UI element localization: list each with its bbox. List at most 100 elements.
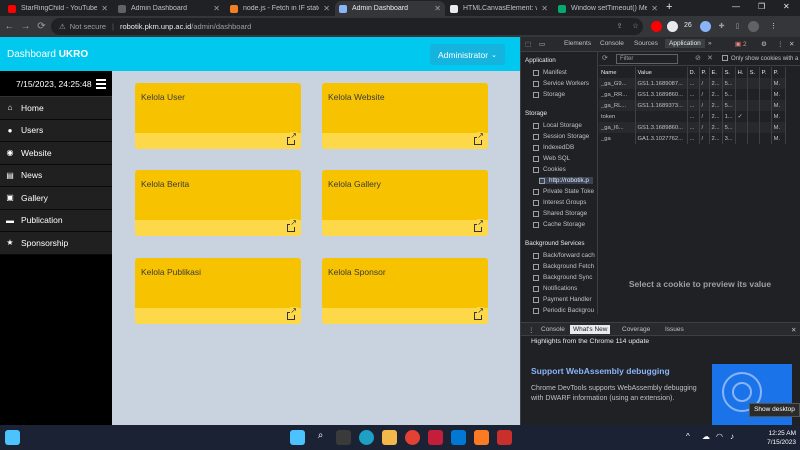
refresh-icon[interactable]: ⟳ <box>602 54 608 62</box>
external-link-icon[interactable] <box>287 219 297 232</box>
close-icon[interactable]: ✕ <box>789 40 794 48</box>
sidebar-item-gallery[interactable]: ▣ Gallery <box>0 187 112 210</box>
sidebar-item-publication[interactable]: ▬ Publication <box>0 209 112 232</box>
card-kelola-website[interactable]: Kelola Website <box>322 83 488 149</box>
tab-console[interactable]: Console <box>600 40 624 47</box>
item-shared-storage[interactable]: Shared Storage <box>533 210 587 217</box>
external-link-icon[interactable] <box>287 132 297 145</box>
item-indexeddb[interactable]: IndexedDB <box>533 144 574 151</box>
sidebar-item-sponsorship[interactable]: ★ Sponsorship <box>0 232 112 255</box>
sidebar-item-home[interactable]: ⌂ Home <box>0 97 112 120</box>
item-background-fetch[interactable]: Background Fetch <box>533 263 594 270</box>
external-link-icon[interactable] <box>474 132 484 145</box>
avatar[interactable] <box>748 21 759 32</box>
card-kelola-berita[interactable]: Kelola Berita <box>135 170 301 236</box>
drawer-tab-issues[interactable]: Issues <box>665 326 684 333</box>
item-payment-handler[interactable]: Payment Handler <box>533 296 592 303</box>
chevron-up-icon[interactable]: ^ <box>686 432 690 441</box>
kebab-menu-icon[interactable]: ⋮ <box>777 40 784 48</box>
drawer-tab-console[interactable]: Console <box>541 326 565 333</box>
chrome-icon[interactable] <box>405 430 420 445</box>
extension-icon[interactable] <box>700 21 711 32</box>
widgets-icon[interactable] <box>5 430 20 445</box>
tab-application[interactable]: Application <box>665 39 705 48</box>
address-bar[interactable]: ⚠ Not secure | robotik.pkm.unp.ac.id /ad… <box>51 18 643 35</box>
tab-sources[interactable]: Sources <box>634 40 658 47</box>
item-cookie-origin[interactable]: http://robotik.p <box>539 177 593 184</box>
sidebar-item-users[interactable]: ● Users <box>0 119 112 142</box>
card-kelola-sponsor[interactable]: Kelola Sponsor <box>322 258 488 324</box>
file-explorer-icon[interactable] <box>382 430 397 445</box>
item-private-state-tokens[interactable]: Private State Toke <box>533 188 594 195</box>
close-icon[interactable]: ✕ <box>791 326 796 334</box>
external-link-icon[interactable] <box>474 307 484 320</box>
browser-tab[interactable]: Window setTimeout() Meth ✕ <box>554 1 662 16</box>
item-session-storage[interactable]: Session Storage <box>533 133 589 140</box>
table-row[interactable]: _ga_RL... GS1.1.1689373....../2... 5... M. <box>599 100 786 111</box>
item-interest-groups[interactable]: Interest Groups <box>533 199 586 206</box>
drawer-menu-icon[interactable]: ⋮ <box>528 326 535 334</box>
table-row[interactable]: _ga_I6... GS1.3.1689860....../2... 5... M. <box>599 122 786 133</box>
only-show-issues-checkbox[interactable]: Only show cookies with a <box>722 55 798 62</box>
browser-tab[interactable]: StarRingChild - YouTube ✕ <box>4 1 112 16</box>
settings-gear-icon[interactable]: ⚙ <box>761 40 767 48</box>
minimize-button[interactable]: — <box>732 2 740 11</box>
delete-icon[interactable]: ✕ <box>707 54 713 62</box>
search-icon[interactable]: ⌕ <box>313 430 328 445</box>
table-row[interactable]: _ga_RR... GS1.3.1689860....../2... 5... M. <box>599 89 786 100</box>
tab-elements[interactable]: Elements <box>564 40 591 47</box>
edge-icon[interactable] <box>359 430 374 445</box>
brand[interactable]: Dashboard UKRO <box>7 49 88 60</box>
restore-button[interactable]: ❐ <box>758 2 765 11</box>
drawer-tab-coverage[interactable]: Coverage <box>622 326 650 333</box>
xampp-icon[interactable] <box>474 430 489 445</box>
item-manifest[interactable]: Manifest <box>533 69 567 76</box>
extension-icon[interactable] <box>667 21 678 32</box>
item-cookies[interactable]: Cookies <box>533 166 566 173</box>
back-button[interactable]: ← <box>3 20 16 33</box>
browser-tab-active[interactable]: Admin Dashboard ✕ <box>335 1 445 16</box>
item-storage[interactable]: Storage <box>533 91 565 98</box>
table-row[interactable]: _ga_G9... GS1.1.1689087....../2... 5... M. <box>599 78 786 89</box>
table-row[interactable]: _ga GA1.3.1027762....../2... 3... M. <box>599 133 786 144</box>
item-cache-storage[interactable]: Cache Storage <box>533 221 585 228</box>
bookmark-star-icon[interactable]: ☆ <box>630 21 641 32</box>
share-icon[interactable]: ⇪ <box>614 21 625 32</box>
sidebar-item-news[interactable]: ▤ News <box>0 164 112 187</box>
browser-tab[interactable]: HTMLCanvasElement: width ✕ <box>446 1 552 16</box>
extension-icon[interactable] <box>651 21 662 32</box>
item-notifications[interactable]: Notifications <box>533 285 577 292</box>
wifi-icon[interactable]: ◠ <box>716 432 723 441</box>
card-kelola-user[interactable]: Kelola User <box>135 83 301 149</box>
close-icon[interactable]: ✕ <box>101 4 108 13</box>
puzzle-icon[interactable]: ✚ <box>716 21 727 32</box>
filter-input[interactable]: Filter <box>616 54 678 64</box>
device-toolbar-icon[interactable]: ▭ <box>539 40 545 48</box>
hamburger-icon[interactable] <box>96 77 106 91</box>
browser-tab[interactable]: Admin Dashboard ✕ <box>114 1 224 16</box>
issues-badge[interactable]: ▣ 2 <box>735 40 747 48</box>
close-icon[interactable]: ✕ <box>651 4 658 13</box>
close-icon[interactable]: ✕ <box>541 4 548 13</box>
inspect-icon[interactable]: ⬚ <box>525 40 531 48</box>
task-view-icon[interactable] <box>336 430 351 445</box>
external-link-icon[interactable] <box>287 307 297 320</box>
cloud-icon[interactable]: ☁ <box>702 432 710 441</box>
item-background-sync[interactable]: Background Sync <box>533 274 592 281</box>
sidebar-item-website[interactable]: ◉ Website <box>0 142 112 165</box>
item-back-forward-cache[interactable]: Back/forward cach <box>533 252 595 259</box>
forward-button[interactable]: → <box>19 20 32 33</box>
drawer-tab-whats-new[interactable]: What's New <box>570 325 611 334</box>
start-icon[interactable] <box>290 430 305 445</box>
table-row[interactable]: token.../2... 1... ✓ M. <box>599 111 786 122</box>
more-tabs-icon[interactable]: » <box>708 40 712 47</box>
vscode-icon[interactable] <box>451 430 466 445</box>
new-tab-button[interactable]: + <box>666 1 672 13</box>
sidepanel-icon[interactable]: ▯ <box>732 21 743 32</box>
external-link-icon[interactable] <box>474 219 484 232</box>
close-icon[interactable]: ✕ <box>323 4 330 13</box>
item-periodic-background-sync[interactable]: Periodic Backgrou <box>533 307 594 314</box>
speaker-icon[interactable]: ♪ <box>730 432 734 441</box>
item-service-workers[interactable]: Service Workers <box>533 80 589 87</box>
item-web-sql[interactable]: Web SQL <box>533 155 570 162</box>
